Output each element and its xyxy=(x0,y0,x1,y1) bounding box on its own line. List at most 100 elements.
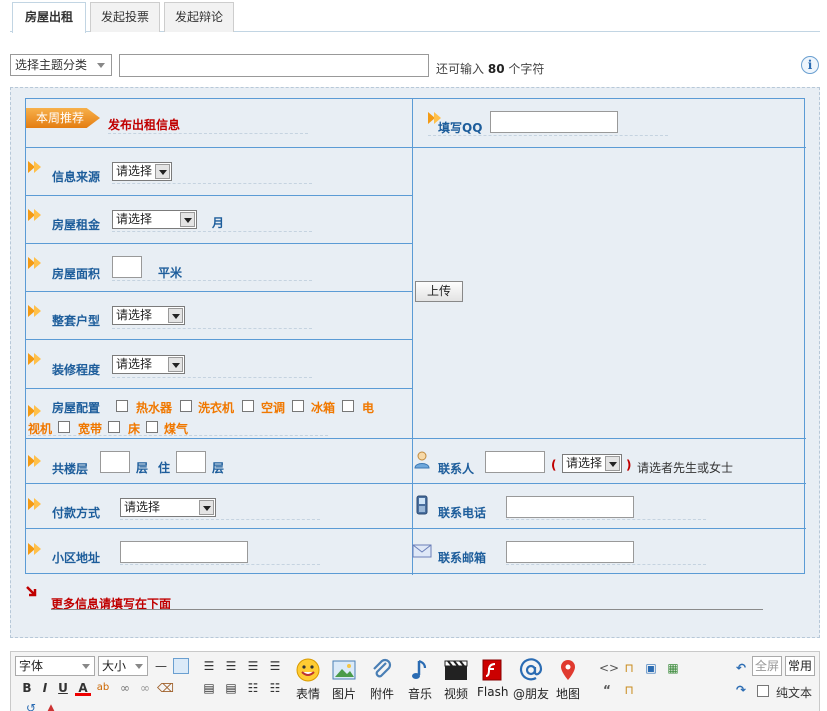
attachment-button[interactable]: 附件 xyxy=(367,658,397,706)
code-icon[interactable]: <> xyxy=(599,660,619,676)
chevron-down-icon xyxy=(82,664,90,669)
tab-start-poll[interactable]: 发起投票 xyxy=(90,2,160,32)
amenity-bed-checkbox[interactable] xyxy=(108,421,120,433)
mail-icon xyxy=(412,544,432,558)
dashed-underline xyxy=(112,377,312,378)
tab-house-rent[interactable]: 房屋出租 xyxy=(12,2,86,33)
mention-friend-button[interactable]: @朋友 xyxy=(513,658,549,706)
subject-row: 选择主题分类 还可输入 80 个字符 i xyxy=(10,54,820,78)
gender-select[interactable]: 请选择 xyxy=(562,454,622,473)
plain-text-checkbox[interactable] xyxy=(757,685,769,697)
chevron-down-icon xyxy=(155,164,170,179)
area-input[interactable] xyxy=(112,256,142,278)
fullscreen-button[interactable]: 全屏 xyxy=(752,656,782,676)
hide-content-icon[interactable]: ▣ xyxy=(643,660,659,676)
quote-icon[interactable]: “ xyxy=(599,682,615,698)
common-mode-button[interactable]: 常用 xyxy=(785,656,815,676)
free-content-icon[interactable]: ▦ xyxy=(665,660,681,676)
phone-icon xyxy=(416,495,428,515)
amenity-ac-checkbox[interactable] xyxy=(242,400,254,412)
image-button[interactable]: 图片 xyxy=(329,658,359,706)
gender-hint: 请选者先生或女士 xyxy=(637,461,734,475)
row-divider xyxy=(26,147,806,148)
align-right-icon[interactable]: ☰ xyxy=(245,658,261,674)
music-button[interactable]: 音乐 xyxy=(405,658,435,706)
layout-select[interactable]: 请选择 xyxy=(112,306,185,325)
tab-start-debate[interactable]: 发起辩论 xyxy=(164,2,234,32)
amenity-washer-checkbox[interactable] xyxy=(180,400,192,412)
total-floors-label: 共楼层 xyxy=(52,462,89,476)
clear-format-icon[interactable]: ⌫ xyxy=(157,680,174,696)
video-button[interactable]: 视频 xyxy=(441,658,471,706)
amenity-water-heater-checkbox[interactable] xyxy=(116,400,128,412)
info-icon[interactable]: i xyxy=(801,56,819,74)
flash-icon xyxy=(482,659,502,681)
chevron-down-icon xyxy=(135,664,143,669)
spell-check-icon[interactable]: ▲ xyxy=(43,700,59,711)
info-source-select[interactable]: 请选择 xyxy=(112,162,172,181)
font-family-select[interactable]: 字体 xyxy=(15,656,95,676)
contact-input[interactable] xyxy=(485,451,545,473)
float-right-icon[interactable]: ▤ xyxy=(223,680,239,696)
address-input[interactable] xyxy=(120,541,248,563)
font-size-select[interactable]: 大小 xyxy=(98,656,148,676)
total-floors-input[interactable] xyxy=(100,451,130,473)
align-center-icon[interactable]: ☰ xyxy=(223,658,239,674)
underline-icon[interactable]: U xyxy=(55,680,71,696)
map-button[interactable]: 地图 xyxy=(553,658,583,706)
password-lock-icon[interactable]: ⊓ xyxy=(621,682,637,698)
float-left-icon[interactable]: ▤ xyxy=(201,680,217,696)
horizontal-rule-icon[interactable]: — xyxy=(153,658,169,674)
dashed-underline xyxy=(506,564,706,565)
emoji-button[interactable]: 表情 xyxy=(293,658,323,706)
amenity-gas-checkbox[interactable] xyxy=(146,421,158,433)
orange-arrow-icon xyxy=(28,160,43,173)
lock-icon[interactable]: ⊓ xyxy=(621,660,637,676)
qq-label: 填写QQ xyxy=(438,121,483,135)
unordered-list-icon[interactable]: ☷ xyxy=(267,680,283,696)
area-label: 房屋面积 xyxy=(52,267,101,281)
link-icon[interactable]: ∞ xyxy=(117,680,133,696)
background-color-icon[interactable]: ab xyxy=(95,680,111,696)
qq-input[interactable] xyxy=(490,111,618,133)
rent-unit: 月 xyxy=(212,216,225,230)
redo-icon[interactable]: ↷ xyxy=(733,682,749,698)
ordered-list-icon[interactable]: ☷ xyxy=(245,680,261,696)
phone-label: 联系电话 xyxy=(438,506,487,520)
char-count-hint: 还可输入 80 个字符 xyxy=(436,60,544,77)
flash-button[interactable]: Flash xyxy=(477,658,508,706)
amenity-tv-checkbox[interactable] xyxy=(342,400,354,412)
row-divider xyxy=(26,528,806,529)
undo-icon[interactable]: ↶ xyxy=(733,660,749,676)
bold-icon[interactable]: B xyxy=(19,680,35,696)
phone-input[interactable] xyxy=(506,496,634,518)
email-input[interactable] xyxy=(506,541,634,563)
upload-button[interactable]: 上传 xyxy=(415,281,463,302)
video-label: 视频 xyxy=(443,687,468,701)
dashed-underline xyxy=(112,183,312,184)
music-label: 音乐 xyxy=(407,687,432,701)
align-left-icon[interactable]: ☰ xyxy=(201,658,217,674)
font-color-icon[interactable]: A xyxy=(75,680,91,696)
undo-small-icon[interactable]: ↺ xyxy=(23,700,39,711)
row-divider xyxy=(26,388,412,389)
table-icon[interactable] xyxy=(173,658,189,674)
topic-category-select[interactable]: 选择主题分类 xyxy=(10,54,112,76)
align-justify-icon[interactable]: ☰ xyxy=(267,658,283,674)
floor-unit-1: 层 xyxy=(136,461,149,475)
map-pin-icon xyxy=(561,660,575,680)
chevron-down-icon xyxy=(180,212,195,227)
unlink-icon[interactable]: ∞ xyxy=(137,680,153,696)
payment-select-value: 请选择 xyxy=(124,500,161,514)
rent-select[interactable]: 请选择 xyxy=(112,210,197,229)
living-floor-input[interactable] xyxy=(176,451,206,473)
music-note-icon xyxy=(412,659,427,679)
subject-title-input[interactable] xyxy=(119,54,429,77)
amenity-broadband-checkbox[interactable] xyxy=(58,421,70,433)
payment-select[interactable]: 请选择 xyxy=(120,498,216,517)
paperclip-icon xyxy=(373,658,392,678)
decoration-select[interactable]: 请选择 xyxy=(112,355,185,374)
column-divider xyxy=(412,99,413,575)
amenity-fridge-checkbox[interactable] xyxy=(292,400,304,412)
italic-icon[interactable]: I xyxy=(37,680,53,696)
